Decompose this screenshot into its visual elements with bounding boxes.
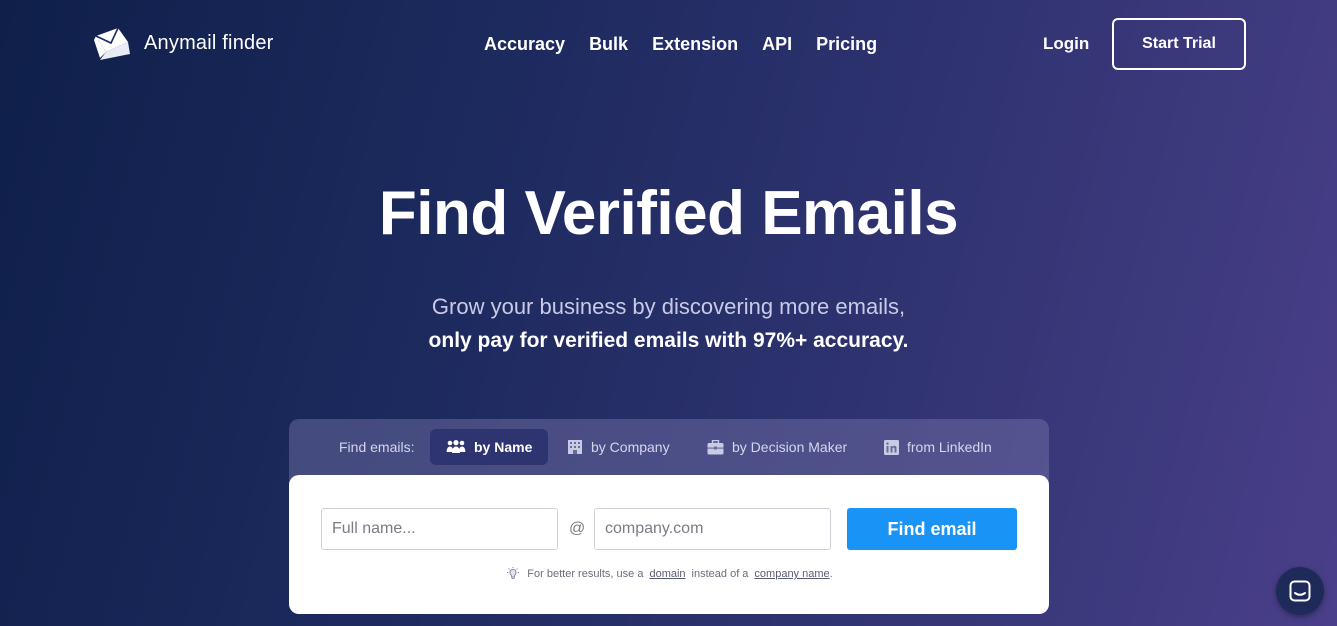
building-icon — [568, 440, 582, 454]
tab-by-decision-maker-label: by Decision Maker — [732, 439, 848, 455]
search-hint: For better results, use a domain instead… — [289, 567, 1049, 581]
envelope-logo-icon — [94, 27, 130, 60]
tab-by-name[interactable]: by Name — [430, 429, 549, 465]
nav-item-extension[interactable]: Extension — [652, 34, 738, 55]
hero-subtitle-line2: only pay for verified emails with 97%+ a… — [428, 329, 909, 352]
email-search-widget: Find emails: by Name by Company by Decis… — [289, 419, 1049, 614]
tab-by-name-label: by Name — [474, 439, 533, 455]
at-symbol: @ — [569, 520, 586, 537]
search-panel: @ Find email For better results, use a d… — [289, 475, 1049, 614]
main-nav: Accuracy Bulk Extension API Pricing — [484, 34, 877, 55]
tab-by-company-label: by Company — [591, 439, 670, 455]
login-link[interactable]: Login — [1043, 34, 1089, 54]
briefcase-icon — [707, 439, 724, 454]
start-trial-button[interactable]: Start Trial — [1112, 18, 1246, 70]
tab-from-linkedin-label: from LinkedIn — [907, 439, 992, 455]
tab-by-company[interactable]: by Company — [551, 429, 686, 465]
nav-item-accuracy[interactable]: Accuracy — [484, 34, 565, 55]
full-name-input[interactable] — [321, 508, 558, 550]
nav-item-api[interactable]: API — [762, 34, 792, 55]
lightbulb-icon — [507, 567, 520, 579]
hint-domain-link[interactable]: domain — [649, 568, 685, 580]
find-email-button[interactable]: Find email — [847, 508, 1017, 550]
tab-from-linkedin[interactable]: from LinkedIn — [868, 429, 1008, 465]
nav-item-pricing[interactable]: Pricing — [816, 34, 877, 55]
brand-name: Anymail finder — [144, 31, 274, 54]
site-header: Anymail finder Accuracy Bulk Extension A… — [0, 0, 1337, 90]
hint-company-name-link[interactable]: company name — [754, 568, 829, 580]
brand-logo[interactable]: Anymail finder — [94, 26, 274, 60]
linkedin-icon — [884, 439, 899, 455]
chat-launcher-button[interactable] — [1276, 567, 1324, 615]
hint-prefix: For better results, use a — [527, 568, 644, 580]
hero-title: Find Verified Emails — [378, 179, 959, 248]
search-tabs: Find emails: by Name by Company by Decis… — [289, 429, 1049, 465]
people-icon — [446, 440, 466, 453]
company-domain-input[interactable] — [594, 508, 831, 550]
nav-item-bulk[interactable]: Bulk — [589, 34, 628, 55]
hint-suffix: . — [829, 568, 833, 580]
tabs-label: Find emails: — [339, 439, 415, 455]
hero-subtitle-line1: Grow your business by discovering more e… — [431, 294, 906, 319]
hint-middle: instead of a — [691, 568, 749, 580]
chat-icon — [1289, 580, 1311, 602]
tab-by-decision-maker[interactable]: by Decision Maker — [691, 429, 863, 465]
